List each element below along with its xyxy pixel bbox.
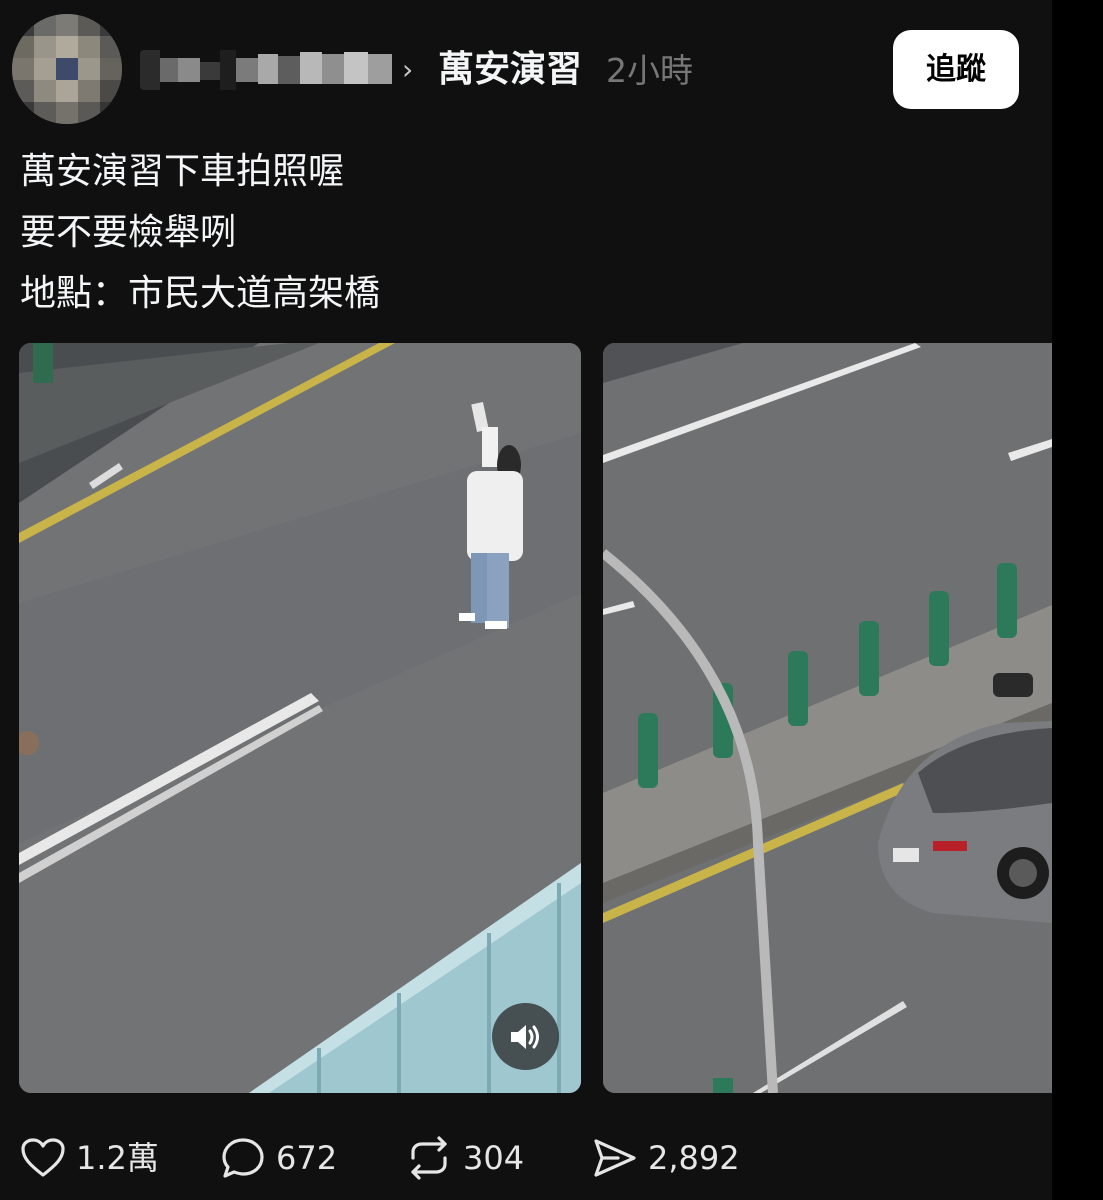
post-text-line: 地點：市民大道高架橋: [20, 273, 381, 314]
photo-thumbnail[interactable]: [603, 343, 1052, 1093]
action-bar: 1.2萬 672 304 2,892: [0, 1130, 1052, 1186]
username-pixelated[interactable]: [140, 50, 392, 90]
post-text-line: 要不要檢舉咧: [20, 212, 237, 253]
community-name[interactable]: 萬安演習: [438, 46, 582, 94]
follow-button[interactable]: 追蹤: [893, 30, 1019, 109]
speaker-icon: [510, 1024, 539, 1049]
send-icon: [594, 1139, 636, 1177]
breadcrumb-chevron-icon: ›: [402, 53, 414, 86]
heart-icon: [21, 1138, 65, 1177]
repost-button[interactable]: 304: [405, 1130, 524, 1186]
like-count: 1.2萬: [76, 1139, 159, 1177]
post-timestamp: 2小時: [606, 51, 693, 90]
avatar[interactable]: [12, 14, 122, 124]
share-count: 2,892: [648, 1139, 740, 1177]
repost-count: 304: [463, 1139, 525, 1177]
reply-count: 672: [276, 1139, 338, 1177]
post-card: › 萬安演習 2小時 追蹤 萬安演習下車拍照喔 要不要檢舉咧 地點：市民大道高架…: [0, 0, 1052, 1200]
road-scene-image: [19, 343, 581, 1093]
reply-button[interactable]: 672: [220, 1130, 337, 1186]
sound-toggle-button[interactable]: [492, 1003, 559, 1070]
share-button[interactable]: 2,892: [592, 1130, 740, 1186]
comment-icon: [222, 1138, 264, 1178]
page-edge: [1052, 0, 1103, 1200]
post-text-line: 萬安演習下車拍照喔: [20, 151, 345, 192]
repost-icon: [411, 1136, 447, 1180]
video-thumbnail[interactable]: [19, 343, 581, 1093]
road-car-image: [603, 343, 1052, 1093]
like-button[interactable]: 1.2萬: [20, 1130, 159, 1186]
